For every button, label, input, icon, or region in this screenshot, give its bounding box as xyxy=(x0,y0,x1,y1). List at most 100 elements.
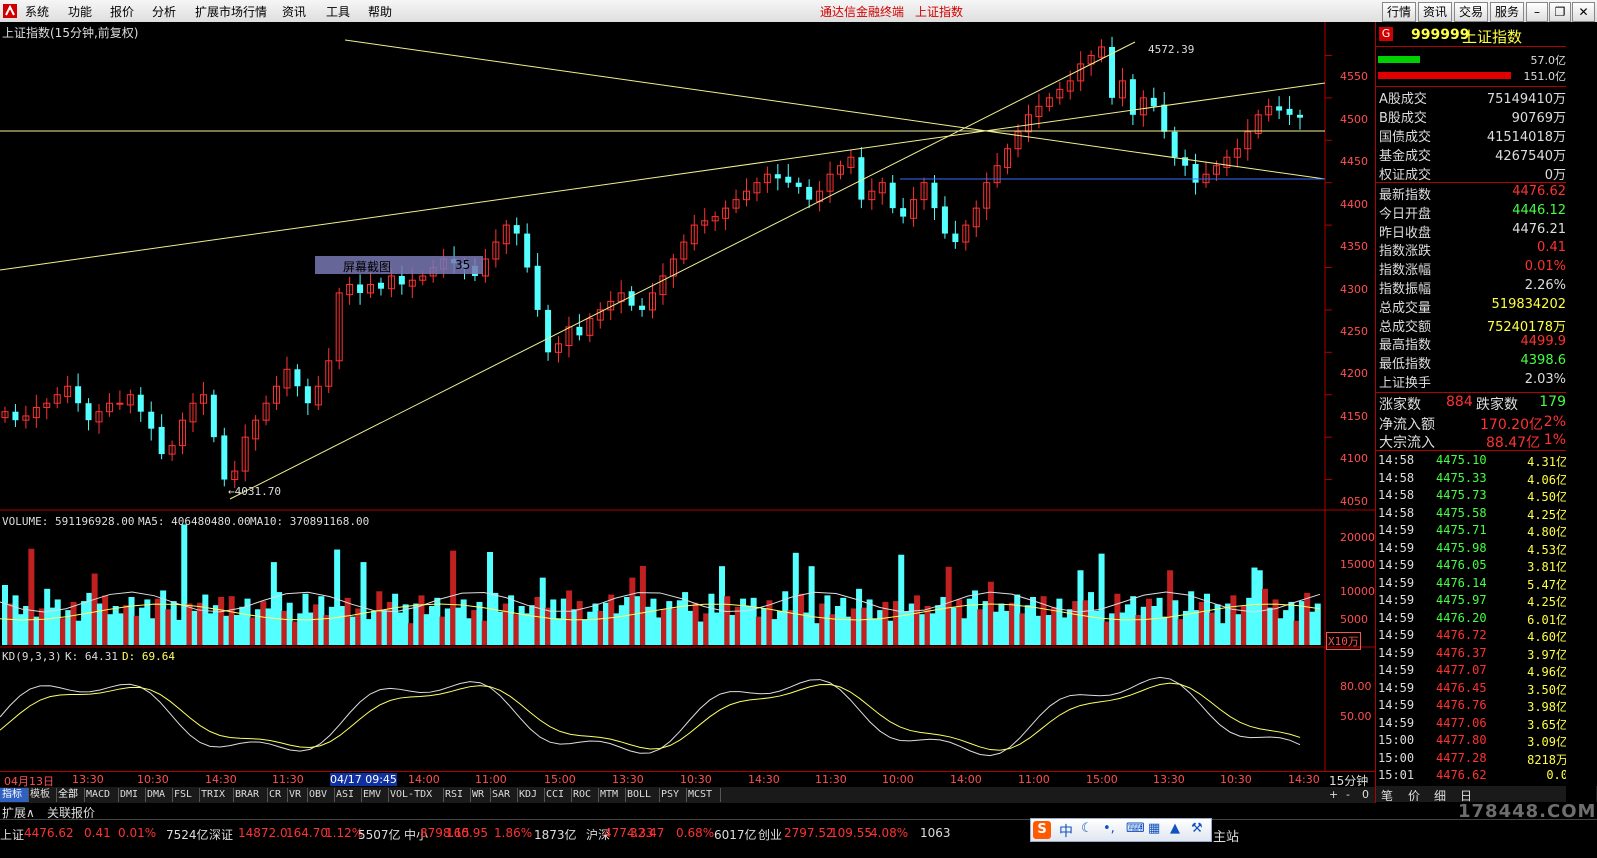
indicator-tab[interactable]: FSL xyxy=(172,788,200,802)
menu-quote[interactable]: 报价 xyxy=(110,3,134,20)
tick-row: 15:01 4476.62 0.0 xyxy=(1378,768,1568,785)
indicator-tab[interactable]: BRAR xyxy=(233,788,268,802)
kline-chart[interactable]: 4572.39 ←4031.70 xyxy=(0,22,1375,787)
popup-label[interactable]: 屏幕截图 xyxy=(343,258,391,275)
moon-icon[interactable]: ☾ xyxy=(1081,821,1093,836)
minus-icon[interactable]: - xyxy=(1346,788,1350,801)
volume-bar xyxy=(376,591,383,645)
screenshot-popup[interactable]: 屏幕截图 35 xyxy=(315,256,483,274)
indicator-tab[interactable]: KDJ xyxy=(517,788,545,802)
volume-bar xyxy=(59,618,66,645)
time-tick: 15:00 xyxy=(1086,773,1118,786)
indicator-tab[interactable]: DMI xyxy=(118,788,146,802)
volume-bar xyxy=(755,616,762,645)
tab-detail[interactable]: 细 xyxy=(1434,787,1446,804)
volume-bar xyxy=(808,566,815,645)
indicator-tab[interactable]: PSY xyxy=(659,788,687,802)
menu-news[interactable]: 资讯 xyxy=(282,3,306,20)
toolbox-icon[interactable]: ▦ xyxy=(1148,821,1160,836)
stat-row: 今日开盘 4446.12 xyxy=(1376,203,1566,222)
indicator-tab[interactable]: CR xyxy=(267,788,288,802)
indicator-tab[interactable]: OBV xyxy=(307,788,335,802)
ma10-label: MA10: 370891168.00 xyxy=(250,515,370,528)
indicator-tab[interactable]: MTM xyxy=(598,788,626,802)
menu-analysis[interactable]: 分析 xyxy=(152,3,176,20)
indicator-tab[interactable]: WR xyxy=(470,788,491,802)
volume-bar xyxy=(977,609,984,645)
stat-value: 4476.21 xyxy=(1512,221,1566,237)
menu-system[interactable]: 系统 xyxy=(25,3,49,20)
volume-bar xyxy=(508,595,515,645)
indicator-tab[interactable]: ASI xyxy=(334,788,362,802)
tab-price[interactable]: 价 xyxy=(1408,787,1420,804)
down-count-label: 跌家数 xyxy=(1476,397,1518,413)
stat-row: 总成交额 75240178万 xyxy=(1376,316,1566,335)
plus-icon[interactable]: + xyxy=(1329,788,1338,801)
menu-extended-market[interactable]: 扩展市场行情 xyxy=(195,3,267,20)
close-icon[interactable]: ✕ xyxy=(1572,2,1595,22)
indicator-tab[interactable]: TRIX xyxy=(199,788,234,802)
indicator-tab[interactable]: VR xyxy=(287,788,308,802)
volume-bar xyxy=(1219,623,1226,645)
indicator-tab[interactable]: DMA xyxy=(145,788,173,802)
volume-bar xyxy=(634,596,641,645)
volume-bar xyxy=(139,607,146,645)
volume-bar xyxy=(1140,606,1147,645)
shirt-icon[interactable]: ▲ xyxy=(1170,821,1180,836)
indicator-tab[interactable]: 全部 xyxy=(56,788,85,802)
tick-amount: 4.25亿 xyxy=(1527,595,1568,609)
price-tick: 4350 xyxy=(1340,240,1368,254)
indicator-tab[interactable]: CCI xyxy=(544,788,572,802)
tick-amount: 3.81亿 xyxy=(1527,560,1568,574)
indicator-tab[interactable]: MACD xyxy=(84,788,119,802)
ime-lang[interactable]: 中 xyxy=(1059,821,1073,841)
indicator-tab[interactable]: RSI xyxy=(443,788,471,802)
tick-price: 4476.45 xyxy=(1436,680,1487,695)
volume-bar xyxy=(1167,570,1174,645)
indicator-tab[interactable]: BOLL xyxy=(625,788,660,802)
indicator-tab[interactable]: MCST xyxy=(686,788,721,802)
menu-tools[interactable]: 工具 xyxy=(326,3,350,20)
btn-service[interactable]: 服务 xyxy=(1490,2,1524,22)
tick-amount: 3.09亿 xyxy=(1527,735,1568,749)
volume-tick: 15000 xyxy=(1340,558,1375,572)
volume-bar xyxy=(154,598,161,645)
minimize-icon[interactable]: – xyxy=(1526,2,1548,22)
tick-row: 14:59 4476.72 4.60亿 xyxy=(1378,628,1568,645)
stat-row: 权证成交 0万 xyxy=(1376,164,1566,183)
menu-bar: 系统 功能 报价 分析 扩展市场行情 资讯 工具 帮助 通达信金融终端 上证指数… xyxy=(0,0,1597,23)
candle-body-down xyxy=(12,411,19,421)
menu-function[interactable]: 功能 xyxy=(68,3,92,20)
stat-label: 总成交量 xyxy=(1379,300,1432,316)
volume-bar xyxy=(497,611,504,645)
tick-price: 4475.10 xyxy=(1436,453,1487,467)
panel-scrollbar[interactable] xyxy=(1566,22,1596,803)
wrench-icon[interactable]: ⚒ xyxy=(1191,821,1203,836)
netflow-label: 净流入额 xyxy=(1379,417,1435,433)
btn-trade[interactable]: 交易 xyxy=(1454,2,1488,22)
btn-market[interactable]: 行情 xyxy=(1382,2,1416,22)
punct-icon[interactable]: •, xyxy=(1103,821,1115,836)
tick-row: 14:59 4475.98 4.53亿 xyxy=(1378,541,1568,558)
volume-tick: 10000 xyxy=(1340,585,1375,599)
volume-bar xyxy=(186,603,193,645)
candle-body-down xyxy=(628,291,635,306)
keyboard-icon[interactable]: ⌨ xyxy=(1126,821,1145,836)
indicator-tab[interactable]: VOL-TDX xyxy=(388,788,444,802)
tick-time: 14:59 xyxy=(1378,558,1415,572)
main-site[interactable]: 主站 xyxy=(1213,826,1239,845)
zero-icon[interactable]: 0 xyxy=(1362,788,1369,801)
menu-help[interactable]: 帮助 xyxy=(368,3,392,20)
restore-icon[interactable]: ❐ xyxy=(1549,2,1571,22)
volume-bar xyxy=(96,603,103,645)
candle-body-down xyxy=(513,225,520,234)
indicator-tab[interactable]: 模板 xyxy=(28,788,57,802)
indicator-tab[interactable]: 指标 xyxy=(0,788,29,802)
btn-news[interactable]: 资讯 xyxy=(1418,2,1452,22)
indicator-tab[interactable]: EMV xyxy=(361,788,389,802)
indicator-tab[interactable]: ROC xyxy=(571,788,599,802)
sogou-icon[interactable]: S xyxy=(1033,821,1051,839)
volume-bar xyxy=(1019,613,1026,645)
tab-trades[interactable]: 笔 xyxy=(1381,787,1393,804)
indicator-tab[interactable]: SAR xyxy=(490,788,518,802)
